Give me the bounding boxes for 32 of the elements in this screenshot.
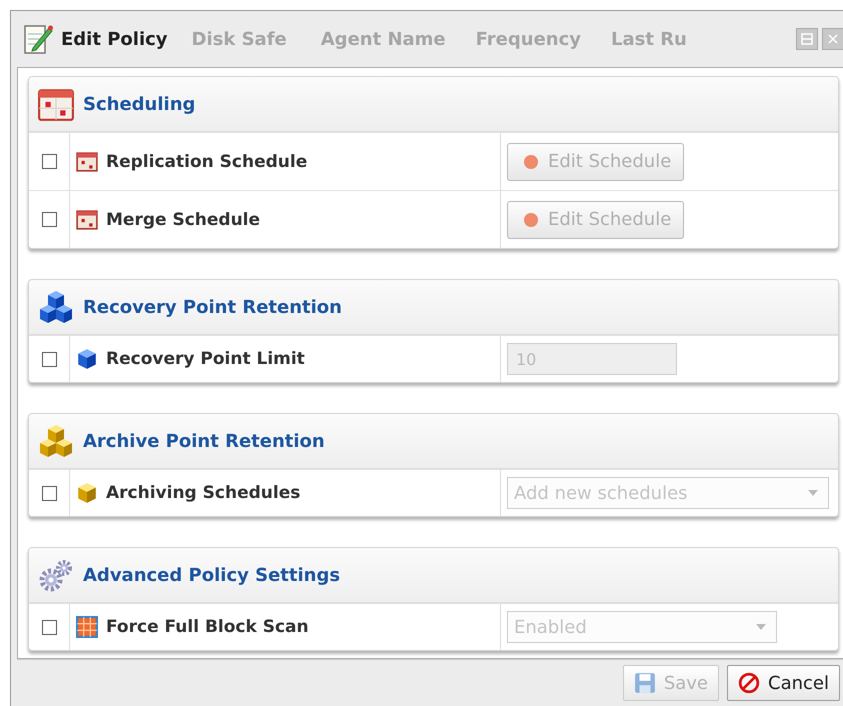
window-title: Edit Policy [61, 28, 168, 50]
checkbox[interactable] [42, 352, 56, 366]
calendar-icon [76, 150, 98, 172]
gears-icon [37, 557, 75, 593]
setting-label: Recovery Point Limit [106, 349, 305, 369]
section-title: Archive Point Retention [83, 430, 325, 452]
background-column-header: Disk Safe [192, 28, 287, 50]
grid-icon [76, 616, 98, 638]
cube-icon [76, 348, 98, 370]
prohibited-sign-icon [738, 672, 760, 694]
background-column-header: Frequency [476, 28, 581, 50]
section-title: Advanced Policy Settings [83, 564, 340, 586]
cancel-button[interactable]: Cancel [727, 665, 840, 701]
setting-label: Merge Schedule [106, 210, 260, 230]
section-title: Scheduling [83, 94, 196, 114]
setting-label: Archiving Schedules [106, 483, 300, 503]
calendar-icon [37, 86, 75, 122]
checkbox[interactable] [42, 486, 56, 500]
checkbox[interactable] [42, 620, 56, 634]
cubes-icon [37, 423, 75, 459]
cubes-icon [37, 289, 75, 325]
setting-label: Replication Schedule [106, 152, 308, 172]
checkbox[interactable] [42, 154, 56, 169]
background-column-header: Agent Name [320, 28, 446, 50]
calendar-icon [76, 208, 98, 230]
cube-icon [76, 482, 98, 504]
caret-icon [808, 490, 818, 496]
section-title: Recovery Point Retention [83, 296, 342, 318]
checkbox[interactable] [42, 212, 56, 227]
background-column-header: Last Ru [611, 28, 687, 50]
caret-icon [756, 624, 766, 630]
setting-label: Force Full Block Scan [106, 617, 309, 637]
